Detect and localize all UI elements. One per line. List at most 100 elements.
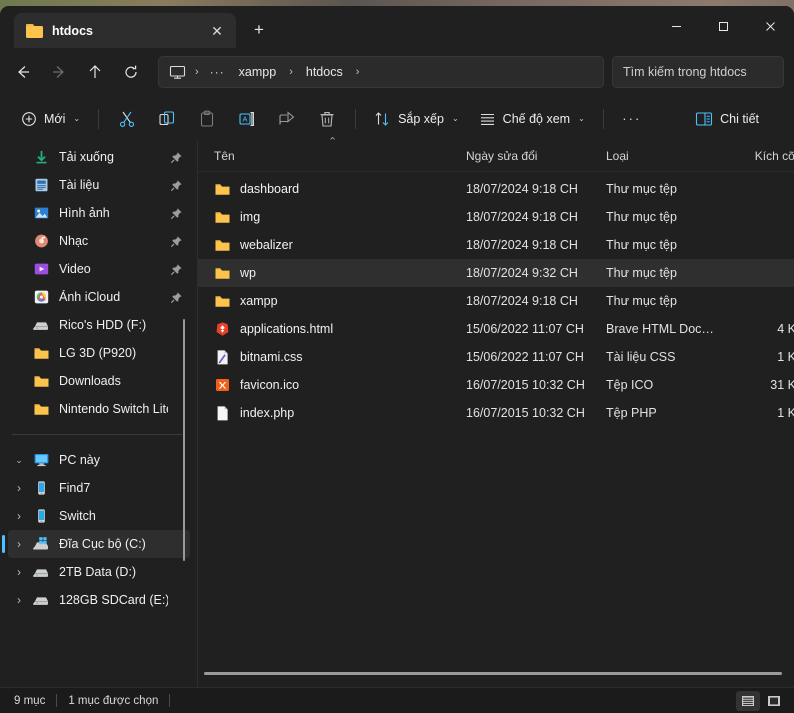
brave-icon — [214, 321, 231, 337]
folder-icon — [30, 345, 52, 361]
cut-button[interactable] — [108, 103, 146, 135]
rename-icon: A — [239, 111, 254, 126]
phone-icon — [37, 509, 45, 523]
column-header-name[interactable]: Tên — [214, 149, 466, 163]
details-view-button[interactable] — [736, 690, 760, 711]
pin-icon[interactable] — [168, 263, 184, 276]
close-tab-icon[interactable]: ✕ — [206, 20, 228, 42]
file-name-label: favicon.ico — [240, 378, 300, 392]
windows-drive-icon — [30, 536, 52, 552]
tab-strip: htdocs ✕ + — [0, 6, 274, 48]
search-input[interactable]: Tìm kiếm trong htdocs — [612, 56, 784, 88]
maximize-button[interactable] — [700, 6, 747, 46]
file-date-cell: 15/06/2022 11:07 CH — [466, 350, 584, 364]
sidebar-item-label: Nintendo Switch Lite b — [59, 402, 168, 416]
paste-button[interactable] — [188, 103, 226, 135]
refresh-button[interactable] — [114, 55, 148, 89]
delete-button[interactable] — [308, 103, 346, 135]
sidebar-item-128gb-sdcard-e[interactable]: › 128GB SDCard (E:) — [8, 586, 190, 614]
sidebar-item-2tb-data-d[interactable]: › 2TB Data (D:) — [8, 558, 190, 586]
table-row[interactable]: img 18/07/2024 9:18 CH Thư mục tệp — [198, 203, 794, 231]
sidebar-item-rico-s-hdd-f[interactable]: Rico's HDD (F:) — [8, 311, 190, 339]
new-button[interactable]: Mới ⌄ — [12, 103, 89, 135]
up-button[interactable] — [78, 55, 112, 89]
file-name-label: img — [240, 210, 261, 224]
more-options-button[interactable]: ··· — [613, 103, 651, 135]
breadcrumb-overflow-button[interactable]: ··· — [205, 65, 230, 79]
chevron-down-icon[interactable]: ⌄ — [8, 455, 30, 465]
table-row[interactable]: dashboard 18/07/2024 9:18 CH Thư mục tệp — [198, 175, 794, 203]
details-pane-button[interactable]: Chi tiết — [686, 103, 768, 135]
chevron-right-icon[interactable]: › — [8, 482, 30, 494]
column-header-date[interactable]: Ngày sửa đổi — [466, 149, 606, 163]
breadcrumb-item-htdocs[interactable]: htdocs — [299, 62, 350, 82]
column-header-type[interactable]: Loại — [606, 149, 716, 163]
horizontal-scrollbar-thumb[interactable] — [204, 672, 783, 675]
sidebar-item-pc-n-y[interactable]: ⌄ PC này — [8, 446, 190, 474]
breadcrumb-item-xampp[interactable]: xampp — [232, 62, 284, 82]
table-row[interactable]: webalizer 18/07/2024 9:18 CH Thư mục tệp — [198, 231, 794, 259]
forward-button[interactable] — [42, 55, 76, 89]
sidebar-item-switch[interactable]: › Switch — [8, 502, 190, 530]
pin-icon[interactable] — [168, 179, 184, 192]
sidebar-item-t-i-xu-ng[interactable]: Tải xuống — [8, 143, 190, 171]
chevron-right-icon[interactable]: › — [8, 594, 30, 606]
table-row[interactable]: wp 18/07/2024 9:32 CH Thư mục tệp — [198, 259, 794, 287]
this-pc-icon[interactable] — [169, 65, 186, 80]
chevron-right-icon[interactable]: › — [8, 566, 30, 578]
file-size-cell: 1 K — [777, 406, 794, 420]
explorer-body: Tải xuống Tài liệu Hình ảnh Nhạc Video Ảnh iC… — [0, 135, 794, 687]
navigation-pane: Tải xuống Tài liệu Hình ảnh Nhạc Video Ảnh iC… — [0, 141, 198, 687]
table-row[interactable]: xampp 18/07/2024 9:18 CH Thư mục tệp — [198, 287, 794, 315]
chevron-right-icon[interactable]: › — [8, 538, 30, 550]
copy-button[interactable] — [148, 103, 186, 135]
close-window-button[interactable] — [747, 6, 794, 46]
column-header-size[interactable]: Kích cỡ — [716, 149, 794, 163]
file-date-cell: 16/07/2015 10:32 CH — [466, 378, 585, 392]
file-date-cell: 18/07/2024 9:18 CH — [466, 182, 578, 196]
ico-file-icon — [214, 377, 231, 393]
pin-icon[interactable] — [168, 235, 184, 248]
sidebar-item-t-i-li-u[interactable]: Tài liệu — [8, 171, 190, 199]
minimize-button[interactable] — [653, 6, 700, 46]
sidebar-item-find7[interactable]: › Find7 — [8, 474, 190, 502]
drive-icon — [30, 317, 52, 333]
sidebar-item-lg-3d-p920[interactable]: LG 3D (P920) — [8, 339, 190, 367]
sidebar-item-nh-c[interactable]: Nhạc — [8, 227, 190, 255]
file-date-cell: 18/07/2024 9:18 CH — [466, 210, 578, 224]
sort-button[interactable]: Sắp xếp ⌄ — [365, 103, 468, 135]
sidebar-item-a-c-c-b-c[interactable]: › Đĩa Cục bộ (C:) — [2, 530, 190, 558]
sidebar-item-downloads[interactable]: Downloads — [8, 367, 190, 395]
sidebar-item-h-nh-nh[interactable]: Hình ảnh — [8, 199, 190, 227]
address-bar[interactable]: › ··· xampp › htdocs › — [158, 56, 604, 88]
table-row[interactable]: applications.html 15/06/2022 11:07 CH Brav… — [198, 315, 794, 343]
tab-htdocs[interactable]: htdocs ✕ — [14, 13, 236, 48]
chevron-right-icon[interactable]: › — [8, 510, 30, 522]
file-name-cell: bitnami.css — [214, 349, 466, 365]
table-row[interactable]: favicon.ico 16/07/2015 10:32 CH Tệp ICO 31 … — [198, 371, 794, 399]
new-tab-button[interactable]: + — [244, 15, 274, 45]
view-button[interactable]: Chế độ xem ⌄ — [470, 103, 594, 135]
ico-file-icon — [216, 379, 229, 391]
pin-icon[interactable] — [168, 151, 184, 164]
table-row[interactable]: bitnami.css 15/06/2022 11:07 CH Tài liệu C… — [198, 343, 794, 371]
back-button[interactable] — [6, 55, 40, 89]
music-icon — [30, 233, 52, 249]
folder-icon — [26, 23, 43, 38]
file-date-cell: 15/06/2022 11:07 CH — [466, 322, 584, 336]
share-button[interactable] — [268, 103, 306, 135]
sidebar-item-nh-icloud[interactable]: Ảnh iCloud — [8, 283, 190, 311]
large-icons-view-button[interactable] — [762, 691, 786, 711]
horizontal-scrollbar[interactable] — [204, 672, 794, 675]
breadcrumb-separator[interactable]: › — [352, 66, 364, 78]
pin-icon[interactable] — [168, 291, 184, 304]
sidebar-item-video[interactable]: Video — [8, 255, 190, 283]
rename-button[interactable]: A — [228, 103, 266, 135]
pin-icon[interactable] — [168, 207, 184, 220]
table-row[interactable]: index.php 16/07/2015 10:32 CH Tệp PHP 1 K — [198, 399, 794, 427]
sidebar-item-nintendo-switch-lite-b[interactable]: Nintendo Switch Lite b — [8, 395, 190, 423]
sidebar-item-label: Tải xuống — [59, 150, 114, 164]
sidebar-item-label: Switch — [59, 509, 96, 523]
status-bar: 9 mục 1 mục được chọn — [0, 687, 794, 713]
sidebar-scrollbar[interactable] — [183, 319, 185, 561]
